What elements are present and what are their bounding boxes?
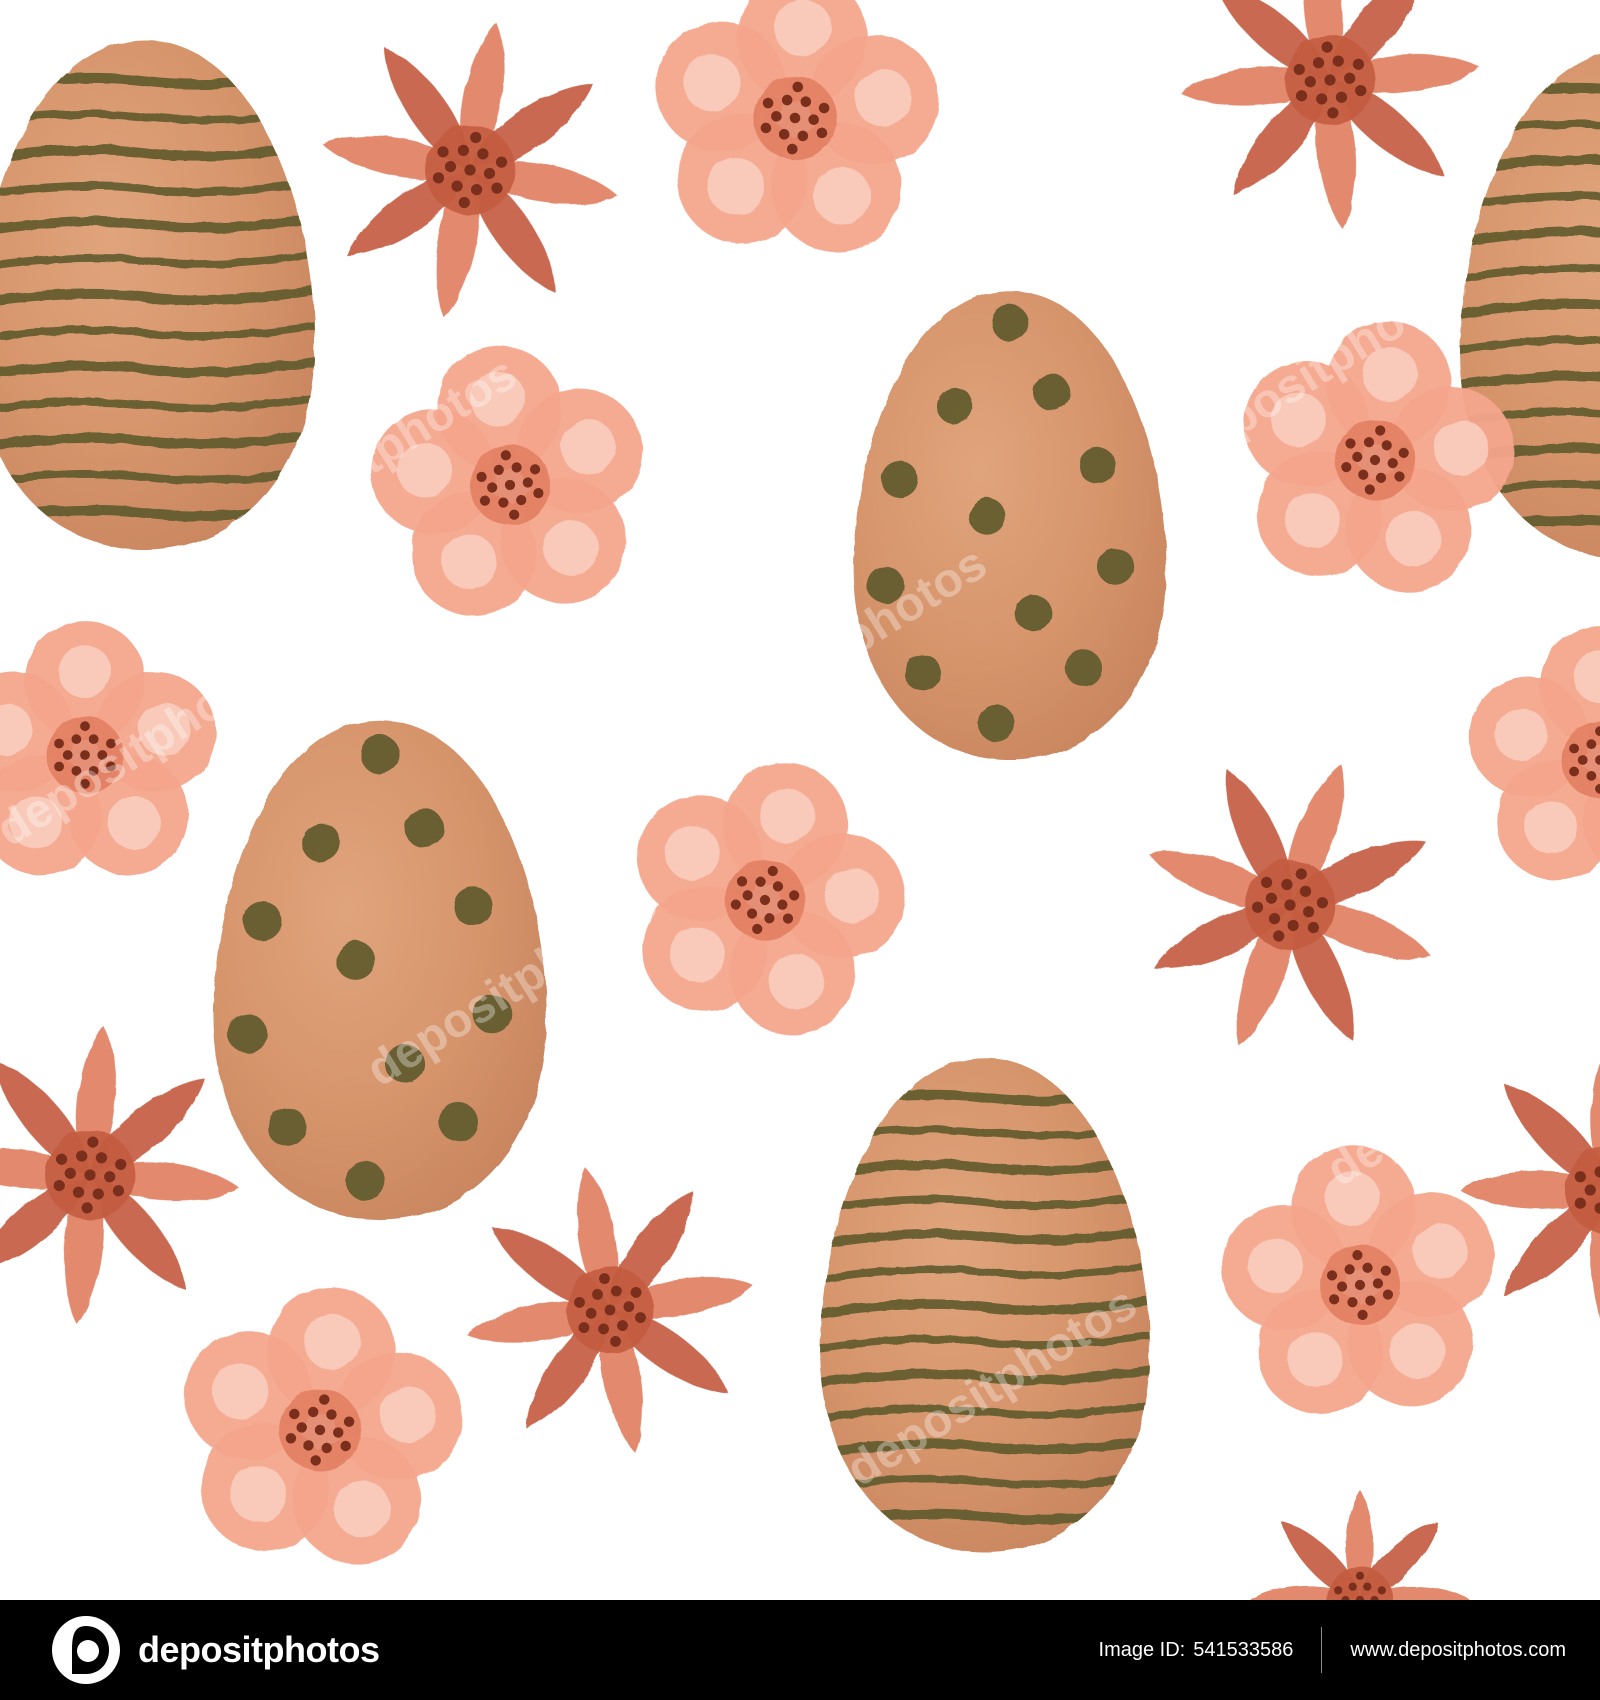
image-id-value: 541533586 <box>1193 1638 1294 1661</box>
image-id: Image ID: 541533586 <box>1099 1639 1294 1662</box>
image-id-label: Image ID: <box>1098 1638 1186 1661</box>
brand-name: depositphotos <box>138 1629 380 1670</box>
footer-divider <box>1321 1627 1323 1673</box>
footer-bar: depositphotos Image ID: 541533586 www.de… <box>0 1600 1600 1700</box>
easter-pattern-artwork: depositphotosdepositphotosdepositphotosd… <box>0 0 1600 1600</box>
footer-info: Image ID: 541533586 www.depositphotos.co… <box>1099 1627 1566 1673</box>
website-link[interactable]: www.depositphotos.com <box>1350 1639 1566 1662</box>
brand[interactable]: depositphotos <box>50 1614 380 1686</box>
depositphotos-logo-icon <box>52 1616 120 1684</box>
